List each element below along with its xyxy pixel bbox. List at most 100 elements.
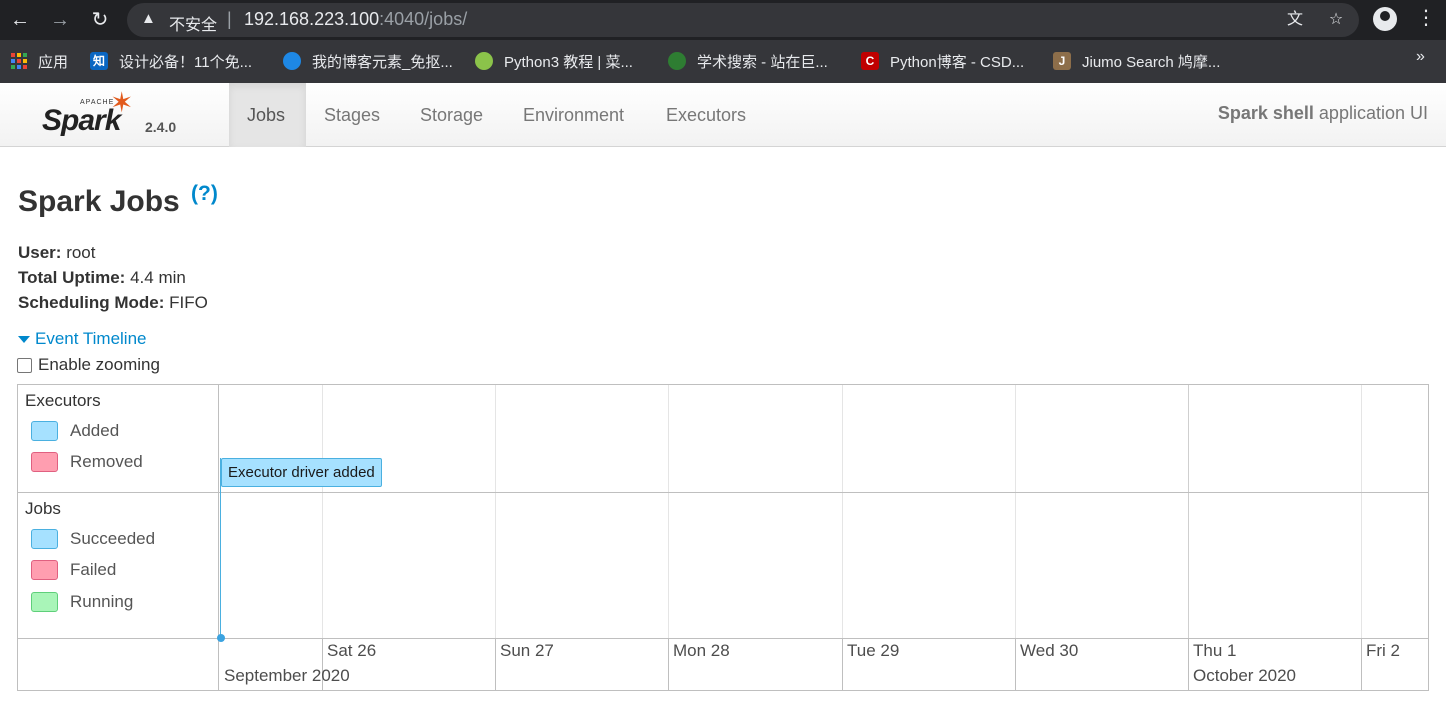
address-bar[interactable]: ▲ 不安全 | 192.168.223.100:4040/jobs/ 文 ☆ bbox=[127, 3, 1359, 37]
axis-day-label: Sun 27 bbox=[500, 641, 554, 660]
axis-day-label: Tue 29 bbox=[847, 641, 900, 660]
apps-grid-icon bbox=[11, 53, 27, 69]
bookmark-label: 应用 bbox=[38, 53, 69, 71]
account-icon[interactable] bbox=[1373, 7, 1397, 31]
job-start-dot[interactable] bbox=[217, 634, 225, 642]
event-timeline[interactable]: Executors Added Removed Jobs Succeeded F… bbox=[17, 384, 1429, 691]
zoom-label: Enable zooming bbox=[38, 355, 160, 374]
tab-storage[interactable]: Storage bbox=[402, 83, 501, 147]
bookmark-blog[interactable]: 我的博客元素_免抠... bbox=[283, 50, 453, 72]
menu-dots-icon[interactable]: ⋮ bbox=[1414, 6, 1438, 30]
spark-navbar: APACHE Spark ✶ 2.4.0 Jobs Stages Storage… bbox=[0, 83, 1446, 147]
reload-icon[interactable]: ↻ bbox=[88, 8, 112, 32]
star-icon[interactable]: ☆ bbox=[1326, 10, 1346, 30]
spark-version: 2.4.0 bbox=[145, 119, 177, 135]
user-info: User: root bbox=[18, 243, 96, 263]
zoom-checkbox[interactable] bbox=[17, 357, 32, 373]
grid-line bbox=[1361, 385, 1362, 639]
forward-arrow-icon[interactable]: → bbox=[48, 8, 72, 32]
app-title-rest: application UI bbox=[1313, 103, 1428, 123]
tab-jobs[interactable]: Jobs bbox=[229, 83, 306, 147]
grid-line bbox=[1188, 385, 1189, 639]
axis-day-label: Thu 1 bbox=[1193, 641, 1237, 660]
legend-label: Failed bbox=[70, 560, 117, 579]
url-path: :4040/jobs/ bbox=[379, 9, 468, 29]
bookmark-label: 我的博客元素_免抠... bbox=[312, 53, 453, 71]
bookmark-label: 学术搜索 - 站在巨... bbox=[697, 53, 828, 71]
axis-tick bbox=[1015, 639, 1016, 690]
user-label: User: bbox=[18, 243, 62, 262]
axis-tick bbox=[668, 639, 669, 690]
event-timeline-toggle[interactable]: Event Timeline bbox=[18, 329, 147, 349]
tab-stages[interactable]: Stages bbox=[306, 83, 398, 147]
legend-label: Removed bbox=[70, 452, 143, 471]
url-host: 192.168.223.100 bbox=[244, 9, 380, 29]
blog-icon bbox=[283, 52, 301, 70]
enable-zooming[interactable]: Enable zooming bbox=[17, 355, 160, 375]
legend-added: Added bbox=[31, 421, 119, 441]
bookmark-zhihu[interactable]: 知 设计必备！11个免... bbox=[90, 50, 252, 72]
tab-environment[interactable]: Environment bbox=[505, 83, 642, 147]
uptime-info: Total Uptime: 4.4 min bbox=[18, 268, 186, 288]
legend-running: Running bbox=[31, 592, 133, 612]
jiumo-icon: J bbox=[1053, 52, 1071, 70]
back-arrow-icon[interactable]: ← bbox=[8, 8, 32, 32]
spark-logo[interactable]: APACHE Spark ✶ bbox=[40, 86, 145, 142]
timeline-group-labels: Executors Added Removed Jobs Succeeded F… bbox=[18, 385, 219, 690]
bookmarks-overflow-icon[interactable]: » bbox=[1416, 48, 1425, 66]
group-divider bbox=[18, 492, 1428, 493]
legend-label: Added bbox=[70, 421, 120, 440]
executors-group-title: Executors bbox=[25, 391, 101, 410]
runoob-icon bbox=[475, 52, 493, 70]
uptime-value: 4.4 min bbox=[125, 268, 186, 287]
legend-swatch bbox=[31, 560, 58, 580]
grid-line bbox=[322, 385, 323, 639]
bookmark-label: Python3 教程 | 菜... bbox=[504, 53, 633, 71]
axis-tick bbox=[495, 639, 496, 690]
user-value: root bbox=[61, 243, 96, 262]
bookmark-runoob[interactable]: Python3 教程 | 菜... bbox=[475, 50, 633, 72]
grid-line bbox=[495, 385, 496, 639]
url-text[interactable]: 192.168.223.100:4040/jobs/ bbox=[244, 9, 467, 30]
legend-swatch bbox=[31, 529, 58, 549]
grid-line bbox=[842, 385, 843, 639]
bookmark-csdn[interactable]: C Python博客 - CSD... bbox=[861, 50, 1024, 72]
scholar-icon bbox=[668, 52, 686, 70]
axis-tick bbox=[1188, 639, 1189, 690]
grid-line bbox=[668, 385, 669, 639]
bookmark-scholar[interactable]: 学术搜索 - 站在巨... bbox=[668, 50, 828, 72]
legend-swatch bbox=[31, 452, 58, 472]
spark-star-icon: ✶ bbox=[110, 87, 134, 118]
mode-label: Scheduling Mode: bbox=[18, 293, 165, 312]
mode-value: FIFO bbox=[164, 293, 208, 312]
axis-day-label: Fri 2 bbox=[1366, 641, 1400, 660]
bookmark-label: Python博客 - CSD... bbox=[890, 53, 1025, 71]
csdn-icon: C bbox=[861, 52, 879, 70]
axis-day-label: Mon 28 bbox=[673, 641, 730, 660]
bookmark-jiumo[interactable]: J Jiumo Search 鸠摩... bbox=[1053, 50, 1220, 72]
event-timeline-label: Event Timeline bbox=[35, 329, 147, 348]
omnibox-separator: | bbox=[227, 9, 232, 29]
axis-month-label: September 2020 bbox=[224, 666, 350, 685]
legend-label: Running bbox=[70, 592, 134, 611]
legend-failed: Failed bbox=[31, 560, 116, 580]
legend-swatch bbox=[31, 421, 58, 441]
insecure-label: 不安全 bbox=[169, 17, 218, 34]
app-title-bold: Spark shell bbox=[1217, 103, 1314, 123]
bookmarks-bar: 应用 知 设计必备！11个免... 我的博客元素_免抠... Python3 教… bbox=[0, 40, 1446, 83]
zhihu-icon: 知 bbox=[90, 52, 108, 70]
caret-down-icon bbox=[18, 335, 30, 343]
axis-month-label: October 2020 bbox=[1193, 666, 1297, 685]
jobs-group-title: Jobs bbox=[25, 499, 61, 518]
executor-added-event[interactable]: Executor driver added bbox=[221, 458, 382, 487]
uptime-label: Total Uptime: bbox=[18, 268, 126, 287]
bookmark-apps[interactable]: 应用 bbox=[11, 50, 68, 72]
axis-tick bbox=[1361, 639, 1362, 690]
browser-toolbar: ← → ↻ ▲ 不安全 | 192.168.223.100:4040/jobs/… bbox=[0, 0, 1446, 40]
axis-day-label: Sat 26 bbox=[327, 641, 377, 660]
legend-succeeded: Succeeded bbox=[31, 529, 155, 549]
translate-icon[interactable]: 文 bbox=[1285, 10, 1305, 30]
help-link[interactable]: (?) bbox=[191, 182, 218, 206]
axis-tick bbox=[842, 639, 843, 690]
tab-executors[interactable]: Executors bbox=[648, 83, 764, 147]
